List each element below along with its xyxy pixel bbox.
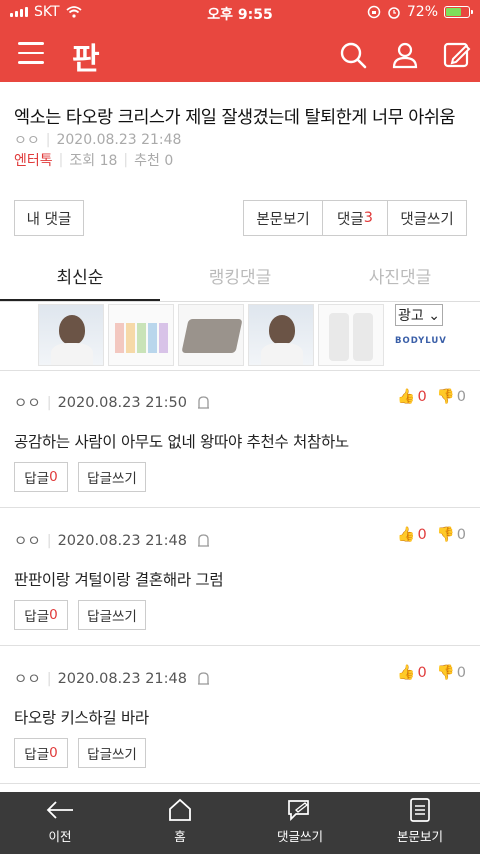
nav-prev-label: 이전 (48, 829, 72, 844)
nav-view-label: 본문보기 (396, 829, 443, 844)
divider (0, 645, 480, 646)
comment-date: 2020.08.23 21:50 (57, 394, 187, 411)
thumbs-up-icon: 👍 (397, 665, 416, 681)
downvote-button[interactable]: 👎 0 (436, 388, 466, 406)
header-nav: 판 (0, 30, 480, 78)
upvote-button[interactable]: 👍 0 (397, 664, 426, 682)
status-right: 72% (367, 4, 473, 20)
comment-votes: 👍 0 👎 0 (397, 526, 466, 544)
divider (0, 507, 480, 508)
write-comment-button[interactable]: 댓글쓰기 (387, 200, 467, 236)
alarm-icon (388, 7, 400, 19)
rotation-lock-icon (367, 5, 381, 19)
post-stats: 엔터톡 | 조회 18 | 추천 0 (14, 150, 174, 170)
ad-image-2[interactable] (108, 304, 174, 366)
comment-item: ㅇㅇ | 2020.08.23 21:50 👍 0 👎 0 공감하는 사람이 아무도… (0, 372, 480, 510)
comment-date: 2020.08.23 21:48 (57, 532, 187, 549)
write-icon[interactable] (442, 40, 472, 70)
back-arrow-icon (46, 801, 73, 819)
post-meta: ㅇㅇ | 2020.08.23 21:48 (14, 132, 182, 149)
tab-photo[interactable]: 사진댓글 (320, 256, 480, 301)
comment-votes: 👍 0 👎 0 (397, 664, 466, 682)
comments-count: 3 (363, 210, 373, 226)
divider (0, 783, 480, 784)
comment-author: ㅇㅇ (14, 396, 41, 412)
write-reply-button[interactable]: 답글쓰기 (78, 738, 146, 768)
ad-banner[interactable] (38, 304, 446, 366)
report-icon[interactable] (197, 533, 210, 548)
comment-date: 2020.08.23 21:48 (57, 670, 187, 687)
nav-home-button[interactable]: 홈 (120, 792, 240, 854)
battery-icon (444, 6, 473, 18)
nav-view-button[interactable]: 본문보기 (360, 792, 480, 854)
comment-meta: ㅇㅇ | 2020.08.23 21:48 (14, 530, 210, 551)
nav-home-label: 홈 (174, 829, 186, 844)
post-author: ㅇㅇ (14, 133, 40, 149)
battery-percent: 72% (406, 4, 438, 20)
post-date: 2020.08.23 21:48 (56, 132, 182, 148)
comments-button[interactable]: 댓글 3 (322, 200, 388, 236)
ad-image-3[interactable] (178, 304, 244, 366)
comment-item: ㅇㅇ | 2020.08.23 21:48 👍 0 👎 0 판판이랑 겨털이랑 결혼… (0, 510, 480, 648)
my-comments-button[interactable]: 내 댓글 (14, 200, 84, 236)
home-icon (169, 798, 191, 821)
ad-image-1[interactable] (38, 304, 104, 366)
comment-votes: 👍 0 👎 0 (397, 388, 466, 406)
nav-write-label: 댓글쓰기 (276, 829, 323, 844)
write-comment-icon (288, 800, 309, 822)
post-likes: 추천 0 (134, 153, 174, 169)
thumbs-down-icon: 👎 (436, 389, 455, 405)
post-title: 엑소는 타오랑 크리스가 제일 잘생겼는데 탈퇴한게 너무 아쉬움 (14, 108, 456, 128)
downvote-button[interactable]: 👎 0 (436, 526, 466, 544)
ad-brand: BODYLUV (395, 336, 447, 346)
logo[interactable]: 판 (72, 34, 100, 78)
post-category[interactable]: 엔터톡 (14, 150, 53, 170)
ad-image-4[interactable] (248, 304, 314, 366)
comment-text: 타오랑 키스하길 바라 (14, 709, 149, 727)
menu-icon[interactable] (18, 42, 44, 64)
document-icon (410, 798, 430, 822)
tab-ranking[interactable]: 랭킹댓글 (160, 256, 320, 301)
ad-image-5[interactable] (318, 304, 384, 366)
reply-count-button[interactable]: 답글 0 (14, 738, 68, 768)
chevron-down-icon: ⌄ (423, 308, 440, 324)
user-icon[interactable] (390, 40, 420, 70)
nav-prev-button[interactable]: 이전 (0, 792, 120, 854)
comment-tabs: 최신순 랭킹댓글 사진댓글 (0, 256, 480, 302)
reply-count-button[interactable]: 답글 0 (14, 462, 68, 492)
comment-text: 공감하는 사람이 아무도 없네 왕따야 추천수 처참하노 (14, 433, 349, 451)
thumbs-up-icon: 👍 (397, 527, 416, 543)
downvote-button[interactable]: 👎 0 (436, 664, 466, 682)
bottom-nav: 이전 홈 댓글쓰기 본문보기 (0, 792, 480, 854)
thumbs-up-icon: 👍 (397, 389, 416, 405)
comments-label: 댓글 (337, 211, 364, 228)
comment-item: ㅇㅇ | 2020.08.23 21:48 👍 0 👎 0 타오랑 키스하길 바라 … (0, 648, 480, 786)
upvote-button[interactable]: 👍 0 (397, 526, 426, 544)
post-views: 조회 18 (69, 153, 118, 169)
divider (0, 370, 480, 371)
write-reply-button[interactable]: 답글쓰기 (78, 462, 146, 492)
search-icon[interactable] (338, 40, 368, 70)
comment-author: ㅇㅇ (14, 672, 41, 688)
ad-label-box: 광고 ⌄ BODYLUV (395, 304, 447, 346)
report-icon[interactable] (197, 395, 210, 410)
comment-author: ㅇㅇ (14, 534, 41, 550)
top-bar: SKT 오후 9:55 72% 판 (0, 0, 480, 82)
comment-text: 판판이랑 겨털이랑 결혼해라 그럼 (14, 571, 224, 589)
view-post-button[interactable]: 본문보기 (243, 200, 323, 236)
status-bar: SKT 오후 9:55 72% (0, 0, 480, 26)
report-icon[interactable] (197, 671, 210, 686)
comment-meta: ㅇㅇ | 2020.08.23 21:48 (14, 668, 210, 689)
nav-write-button[interactable]: 댓글쓰기 (240, 792, 360, 854)
tab-latest[interactable]: 최신순 (0, 256, 160, 301)
reply-count-button[interactable]: 답글 0 (14, 600, 68, 630)
ad-label[interactable]: 광고 ⌄ (395, 304, 443, 326)
thumbs-down-icon: 👎 (436, 527, 455, 543)
upvote-button[interactable]: 👍 0 (397, 388, 426, 406)
thumbs-down-icon: 👎 (436, 665, 455, 681)
comment-meta: ㅇㅇ | 2020.08.23 21:50 (14, 392, 210, 413)
write-reply-button[interactable]: 답글쓰기 (78, 600, 146, 630)
